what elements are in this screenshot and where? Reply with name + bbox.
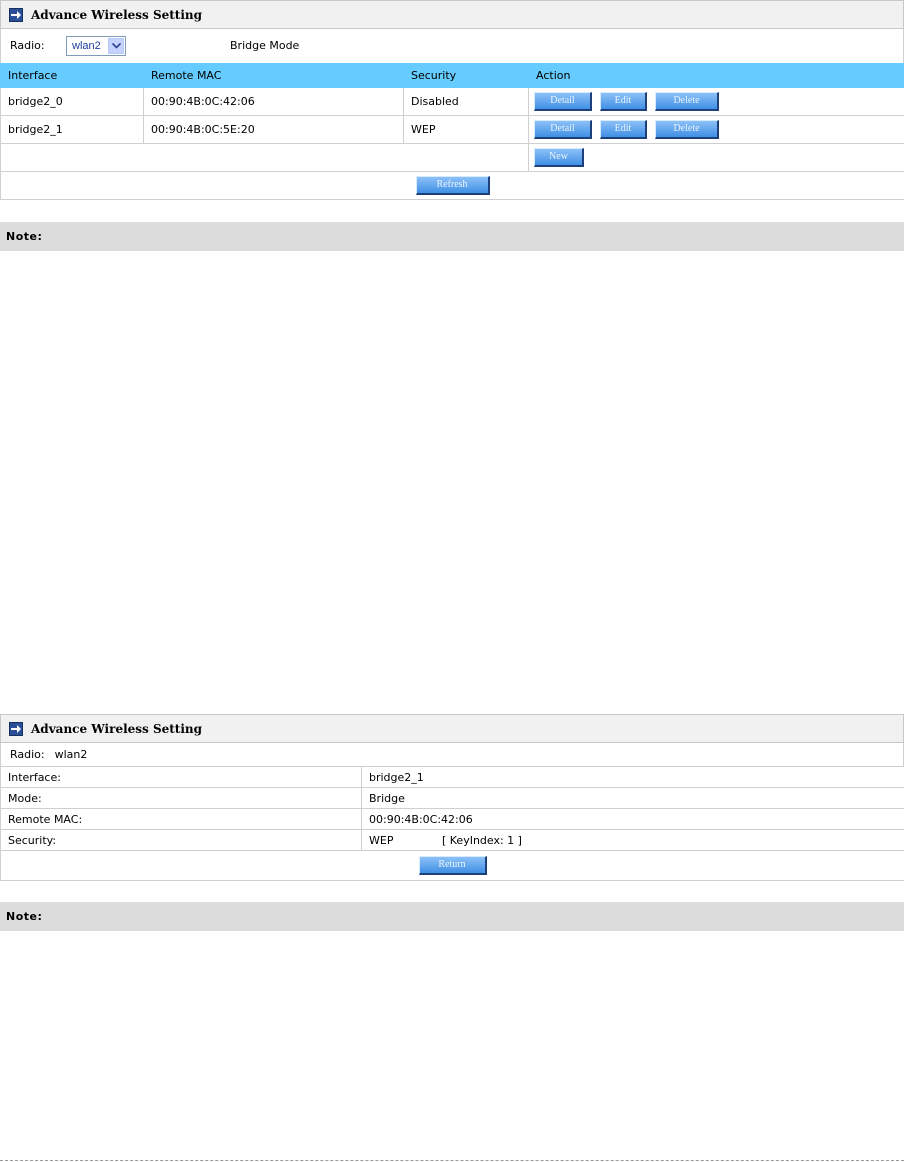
field-label: Security: — [0, 829, 362, 851]
delete-button[interactable]: Delete — [655, 92, 719, 111]
detail-table: Interface: bridge2_1 Mode: Bridge Remote… — [0, 766, 904, 881]
panel-title-bar: Advance Wireless Setting — [0, 0, 904, 29]
edit-button[interactable]: Edit — [600, 120, 647, 139]
refresh-cell: Refresh — [0, 171, 904, 200]
radio-select-value: wlan2 — [72, 40, 101, 52]
radio-value: wlan2 — [54, 748, 88, 761]
new-row: New — [0, 143, 904, 172]
radio-label: Radio: — [10, 748, 45, 761]
refresh-row: Refresh — [0, 171, 904, 200]
security-cell: Disabled — [403, 87, 529, 116]
column-header-action: Action — [528, 63, 904, 88]
return-button[interactable]: Return — [418, 856, 487, 875]
field-value-cell: WEP [ KeyIndex: 1 ] — [361, 829, 904, 851]
action-cell: Detail Edit Delete — [528, 87, 904, 116]
interface-cell: bridge2_0 — [0, 87, 144, 116]
return-cell: Return — [0, 850, 904, 881]
action-cell: New — [528, 143, 904, 172]
column-header-interface: Interface — [0, 63, 144, 88]
field-value: bridge2_1 — [361, 766, 904, 788]
edit-button[interactable]: Edit — [600, 92, 647, 111]
bridge-mode-label: Bridge Mode — [230, 39, 300, 52]
panel-title-bar: Advance Wireless Setting — [0, 714, 904, 743]
bridge-list-panel: Advance Wireless Setting Radio: Bridge M… — [0, 0, 904, 251]
note-bar: Note: — [0, 902, 904, 931]
refresh-button[interactable]: Refresh — [415, 176, 490, 195]
radio-label: Radio: — [10, 39, 45, 52]
field-label: Remote MAC: — [0, 808, 362, 830]
radio-row: Radio: wlan2 — [0, 743, 904, 766]
action-cell: Detail Edit Delete — [528, 115, 904, 144]
note-bar: Note: — [0, 222, 904, 251]
detail-button[interactable]: Detail — [534, 92, 592, 111]
detail-row: Remote MAC: 00:90:4B:0C:42:06 — [0, 808, 904, 830]
table-header-row: Interface Remote MAC Security Action — [0, 63, 904, 88]
empty-cell — [0, 143, 529, 172]
arrow-right-icon — [9, 721, 23, 736]
detail-row: Interface: bridge2_1 — [0, 766, 904, 788]
page-title: Advance Wireless Setting — [31, 7, 203, 22]
detail-row: Mode: Bridge — [0, 787, 904, 809]
security-value: WEP — [369, 833, 394, 847]
remote-mac-cell: 00:90:4B:0C:42:06 — [143, 87, 404, 116]
chevron-down-icon[interactable] — [108, 38, 124, 54]
detail-button[interactable]: Detail — [534, 120, 592, 139]
table-row: bridge2_0 00:90:4B:0C:42:06 Disabled Det… — [0, 87, 904, 116]
key-index-value: [ KeyIndex: 1 ] — [441, 833, 522, 847]
interface-cell: bridge2_1 — [0, 115, 144, 144]
column-header-remote-mac: Remote MAC — [143, 63, 404, 88]
remote-mac-cell: 00:90:4B:0C:5E:20 — [143, 115, 404, 144]
radio-select[interactable]: wlan2 — [66, 36, 126, 56]
field-label: Mode: — [0, 787, 362, 809]
column-header-security: Security — [403, 63, 529, 88]
arrow-right-icon — [9, 7, 23, 22]
bridge-detail-panel: Advance Wireless Setting Radio: wlan2 In… — [0, 714, 904, 931]
return-row: Return — [0, 850, 904, 881]
detail-row: Security: WEP [ KeyIndex: 1 ] — [0, 829, 904, 851]
field-value: 00:90:4B:0C:42:06 — [361, 808, 904, 830]
field-value: Bridge — [361, 787, 904, 809]
bridge-table: Interface Remote MAC Security Action bri… — [0, 63, 904, 200]
page-title: Advance Wireless Setting — [31, 721, 203, 736]
new-button[interactable]: New — [534, 148, 584, 167]
radio-row: Radio: Bridge Mode — [0, 29, 904, 63]
table-row: bridge2_1 00:90:4B:0C:5E:20 WEP Detail Ed… — [0, 115, 904, 144]
delete-button[interactable]: Delete — [655, 120, 719, 139]
page-divider — [0, 1160, 904, 1161]
security-cell: WEP — [403, 115, 529, 144]
field-label: Interface: — [0, 766, 362, 788]
